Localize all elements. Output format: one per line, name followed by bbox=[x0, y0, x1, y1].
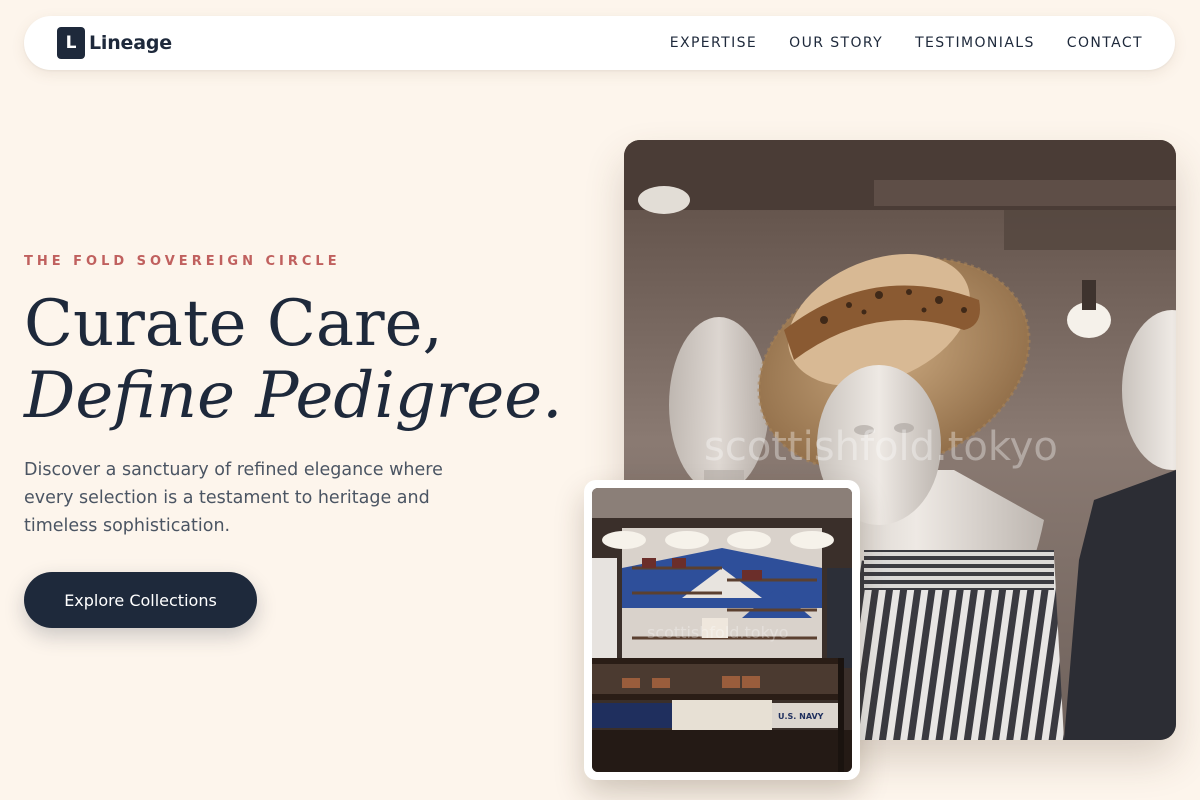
hero-secondary-image-card: U.S. NAVY scottishfold.tokyo bbox=[584, 480, 860, 780]
shelf-tag-label: U.S. NAVY bbox=[778, 712, 824, 721]
site-header: L Lineage EXPERTISE OUR STORY TESTIMONIA… bbox=[24, 16, 1175, 70]
nav-link-contact[interactable]: CONTACT bbox=[1067, 35, 1143, 51]
main-nav: EXPERTISE OUR STORY TESTIMONIALS CONTACT bbox=[670, 35, 1143, 51]
brand-name: Lineage bbox=[89, 32, 172, 54]
headline-line-2: Define Pedigree. bbox=[24, 359, 563, 433]
shop-interior-photo: U.S. NAVY scottishfold.tokyo bbox=[592, 488, 852, 772]
hero-eyebrow: THE FOLD SOVEREIGN CIRCLE bbox=[24, 254, 341, 269]
shop-interior-image: U.S. NAVY scottishfold.tokyo bbox=[592, 488, 852, 772]
nav-link-our-story[interactable]: OUR STORY bbox=[789, 35, 883, 51]
explore-collections-button[interactable]: Explore Collections bbox=[24, 572, 257, 628]
logo-mark-icon: L bbox=[57, 27, 85, 59]
brand-logo[interactable]: L Lineage bbox=[57, 27, 172, 59]
hero-headline: Curate Care, Define Pedigree. bbox=[24, 288, 562, 432]
nav-link-expertise[interactable]: EXPERTISE bbox=[670, 35, 757, 51]
hero-description: Discover a sanctuary of refined elegance… bbox=[24, 460, 443, 536]
nav-link-testimonials[interactable]: TESTIMONIALS bbox=[915, 35, 1035, 51]
main-image-watermark: scottishfold.tokyo bbox=[704, 424, 1058, 470]
headline-line-1: Curate Care, bbox=[24, 287, 443, 361]
small-image-watermark: scottishfold.tokyo bbox=[647, 623, 789, 642]
